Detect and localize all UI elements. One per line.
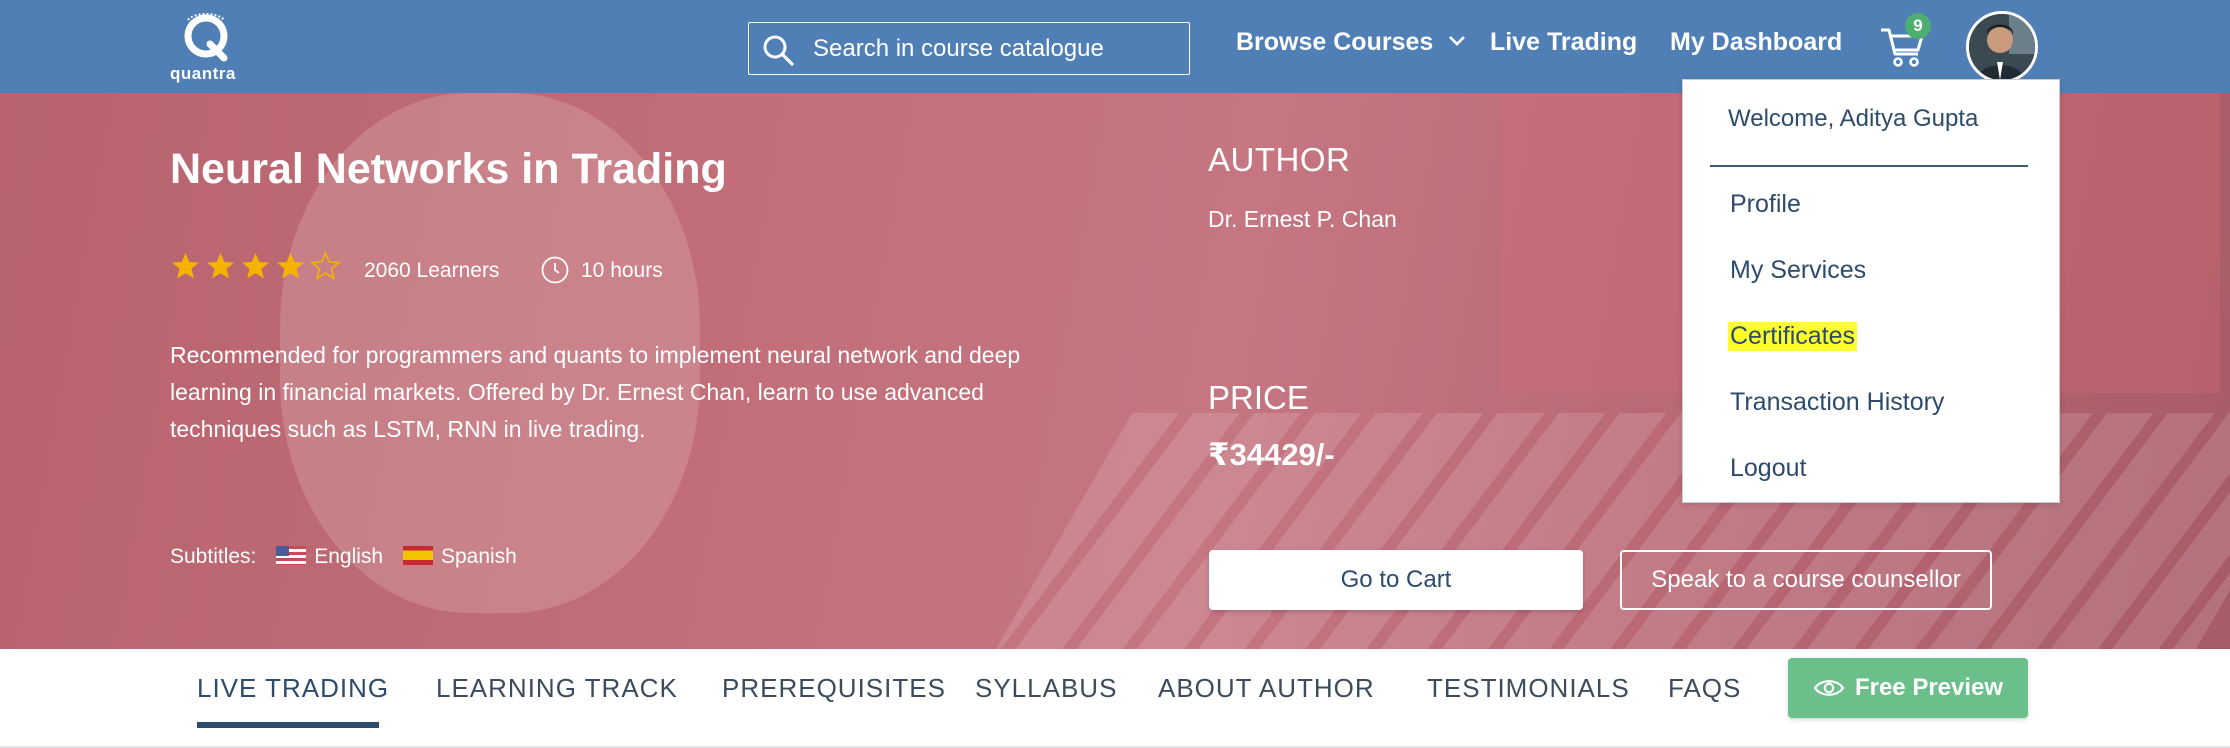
subtitle-english-label: English [314, 545, 384, 568]
tab-prerequisites[interactable]: PREREQUISITES [722, 673, 946, 704]
user-avatar[interactable] [1966, 11, 2038, 83]
active-tab-indicator [197, 722, 379, 728]
price-heading: PRICE [1208, 379, 1309, 416]
learners-count: 2060 Learners [364, 259, 500, 282]
star-filled-icon [207, 253, 234, 279]
clock-icon [541, 256, 569, 284]
author-heading: AUTHOR [1208, 141, 1351, 178]
subtitle-spanish-label: Spanish [440, 545, 517, 568]
subtitle-english: English [276, 545, 383, 569]
chevron-down-icon [1449, 36, 1466, 46]
logo-text: quantra [170, 64, 236, 83]
course-title: Neural Networks in Trading [170, 145, 727, 193]
free-preview-label: Free Preview [1854, 674, 2004, 701]
subtitles-label: Subtitles: [170, 545, 257, 568]
free-preview-button[interactable]: Free Preview [1788, 658, 2028, 718]
nav-browse-courses-label: Browse Courses [1236, 28, 1434, 56]
star-empty-icon [310, 251, 341, 281]
nav-my-dashboard[interactable]: My Dashboard [1670, 28, 1842, 57]
cart-count-badge: 9 [1905, 13, 1931, 39]
nav-browse-courses[interactable]: Browse Courses [1236, 28, 1466, 57]
star-filled-icon [242, 253, 269, 279]
search-box[interactable] [748, 22, 1190, 75]
course-duration: 10 hours [581, 259, 663, 282]
course-section-tabs: LIVE TRADING LEARNING TRACK PREREQUISITE… [0, 649, 2230, 748]
subtitle-spanish: Spanish [402, 545, 517, 569]
speak-to-counsellor-button[interactable]: Speak to a course counsellor [1620, 550, 1992, 610]
course-description: Recommended for programmers and quants t… [170, 342, 1021, 442]
search-icon [763, 35, 794, 66]
tab-syllabus[interactable]: SYLLABUS [975, 673, 1117, 704]
spain-flag-icon [402, 546, 433, 565]
subtitles-row: Subtitles: English Spanish [170, 545, 517, 569]
tab-testimonials[interactable]: TESTIMONIALS [1427, 673, 1630, 704]
user-menu-dropdown: Welcome, Aditya Gupta Profile My Service… [1682, 79, 2060, 503]
star-filled-icon [172, 253, 199, 279]
search-input[interactable] [813, 31, 1173, 67]
nav-live-trading[interactable]: Live Trading [1490, 28, 1637, 57]
avatar-photo [1969, 14, 2035, 80]
quantra-logo-mark [184, 13, 228, 62]
star-filled-icon [277, 253, 304, 279]
quantra-logo[interactable]: quantra [166, 8, 246, 84]
tab-learning-track[interactable]: LEARNING TRACK [436, 673, 678, 704]
eye-icon [1813, 680, 1845, 696]
menu-item-profile[interactable]: Profile [1730, 190, 1801, 219]
tab-about-author[interactable]: ABOUT AUTHOR [1158, 673, 1375, 704]
author-name: Dr. Ernest P. Chan [1208, 206, 1397, 232]
welcome-message: Welcome, Aditya Gupta [1728, 105, 1979, 132]
course-rating [170, 251, 341, 281]
go-to-cart-button[interactable]: Go to Cart [1209, 550, 1583, 610]
menu-item-transaction-history[interactable]: Transaction History [1730, 388, 1944, 417]
tab-faqs[interactable]: FAQS [1668, 673, 1741, 704]
menu-item-my-services[interactable]: My Services [1730, 256, 1866, 285]
menu-item-logout[interactable]: Logout [1730, 454, 1806, 483]
menu-divider [1710, 165, 2028, 167]
menu-item-certificates[interactable]: Certificates [1728, 322, 1858, 351]
tab-live-trading[interactable]: LIVE TRADING [197, 673, 389, 704]
course-price: ₹34429/- [1208, 437, 1335, 472]
us-flag-icon [276, 546, 307, 565]
